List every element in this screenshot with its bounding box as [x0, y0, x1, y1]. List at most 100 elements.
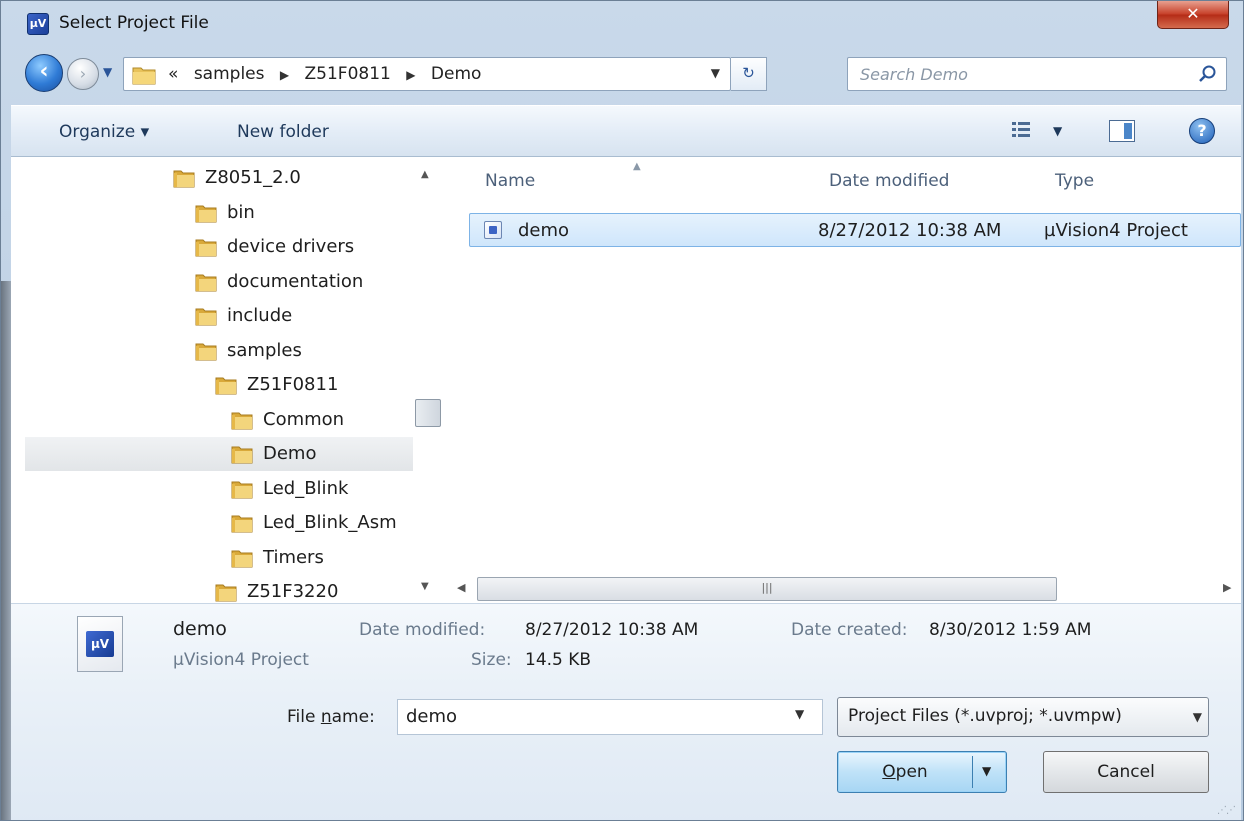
breadcrumb-separator-icon[interactable]: ▶ [406, 68, 415, 82]
folder-icon [195, 308, 217, 326]
details-date-created-value: 8/30/2012 1:59 AM [929, 620, 1092, 640]
uvproj-file-icon [484, 221, 502, 239]
file-name-input[interactable]: demo [397, 699, 823, 735]
tree-item[interactable]: Timers [25, 541, 413, 575]
details-date-modified-value: 8/27/2012 10:38 AM [525, 620, 699, 640]
folder-icon [195, 239, 217, 257]
scroll-up-icon[interactable]: ▲ [421, 169, 429, 180]
details-date-modified-label: Date modified: [359, 620, 486, 640]
tree-item-label: Demo [263, 443, 317, 464]
folder-icon [195, 205, 217, 222]
scrollbar-thumb[interactable] [415, 399, 441, 427]
column-header-name[interactable]: Name [485, 171, 535, 191]
tree-item[interactable]: Z8051_2.0 [25, 161, 413, 195]
tree-item[interactable]: documentation [25, 265, 413, 299]
uv4-logo-icon: µV [86, 631, 114, 657]
folder-icon [231, 481, 253, 498]
folder-icon [231, 412, 253, 429]
recent-locations-dropdown[interactable]: ▼ [103, 65, 112, 79]
file-list-horizontal-scrollbar[interactable]: ◀ ||| ▶ [447, 575, 1241, 603]
file-name: demo [518, 220, 570, 241]
file-list[interactable]: Name ▲ Date modified Type demo 8/27/2012… [457, 157, 1241, 603]
breadcrumb-samples[interactable]: samples [194, 64, 265, 84]
search-input[interactable]: Search Demo [860, 65, 968, 84]
back-arrow-icon[interactable]: ‹ [25, 54, 63, 92]
file-date: 8/27/2012 10:38 AM [818, 220, 1002, 241]
tree-item-label: samples [227, 339, 302, 361]
file-row-demo[interactable]: demo 8/27/2012 10:38 AM µVision4 Project [469, 213, 1241, 247]
refresh-icon[interactable]: ↻ [731, 57, 767, 91]
tree-item[interactable]: device drivers [25, 230, 413, 264]
tree-item-label: bin [227, 201, 255, 223]
tree-item-label: Z8051_2.0 [205, 167, 301, 188]
main-area: Z8051_2.0bin device drivers documentation i… [11, 157, 1241, 603]
chevron-down-icon[interactable]: ▼ [1193, 710, 1202, 724]
uv4-logo-icon: µV [27, 13, 49, 35]
folder-icon [195, 274, 217, 291]
breadcrumb: « samples ▶ Z51F0811 ▶ Demo [168, 64, 481, 84]
tree-item[interactable]: Led_Blink_Asm [25, 506, 413, 540]
details-size-label: Size: [471, 650, 512, 670]
column-header-date-modified[interactable]: Date modified [829, 171, 949, 191]
file-name-dropdown-icon[interactable]: ▼ [795, 707, 804, 721]
sort-ascending-icon: ▲ [633, 161, 641, 172]
folder-icon [215, 377, 237, 395]
new-folder-button[interactable]: New folder [237, 122, 329, 142]
open-options-dropdown-icon[interactable]: ▼ [982, 764, 991, 778]
help-icon[interactable]: ? [1189, 118, 1215, 144]
organize-button[interactable]: Organize ▾ [59, 122, 149, 142]
tree-item[interactable]: Demo [25, 437, 413, 471]
tree-item[interactable]: Led_Blink [25, 472, 413, 506]
bottom-panel: File name: demo ▼ Project Files (*.uvpro… [11, 685, 1241, 820]
tree-item[interactable]: bin [25, 196, 413, 230]
file-name-label: File name: [287, 707, 375, 727]
window-title: Select Project File [59, 13, 209, 33]
tree-item-label: Common [263, 408, 345, 430]
cancel-button[interactable]: Cancel [1043, 751, 1209, 793]
details-size-value: 14.5 KB [525, 650, 592, 670]
tree-item-label: Led_Blink_Asm [263, 512, 397, 533]
preview-pane-icon[interactable] [1109, 120, 1135, 142]
details-file-type: µVision4 Project [173, 650, 309, 670]
window-edge [1, 281, 11, 820]
search-icon[interactable] [1198, 64, 1218, 84]
breadcrumb-separator-icon[interactable]: ▶ [280, 68, 289, 82]
scroll-right-icon[interactable]: ▶ [1223, 581, 1231, 594]
breadcrumb-z51f0811[interactable]: Z51F0811 [305, 64, 391, 84]
address-dropdown-icon[interactable]: ▼ [711, 66, 720, 80]
breadcrumb-overflow[interactable]: « [168, 64, 178, 84]
tree-item-label: Led_Blink [263, 477, 349, 499]
tree-item[interactable]: include [25, 299, 413, 333]
views-dropdown-icon[interactable]: ▼ [1053, 124, 1062, 138]
folder-icon [231, 515, 253, 533]
folder-icon [173, 170, 195, 188]
navigation-tree[interactable]: Z8051_2.0bin device drivers documentation i… [25, 157, 445, 603]
column-header-type[interactable]: Type [1055, 171, 1094, 191]
search-box[interactable]: Search Demo [847, 57, 1227, 91]
tree-vertical-scrollbar[interactable]: ▲ ▼ [413, 161, 443, 599]
tree-item[interactable]: samples [25, 334, 413, 368]
scroll-left-icon[interactable]: ◀ [457, 581, 465, 594]
command-bar: Organize ▾ New folder ▼ ? [11, 105, 1241, 157]
folder-icon [195, 343, 217, 360]
open-button[interactable]: Open ▼ [837, 751, 1007, 793]
tree-item-label: Timers [263, 546, 324, 568]
title-bar[interactable]: µV Select Project File ✕ [11, 1, 1241, 45]
forward-arrow-icon[interactable]: › [67, 58, 99, 90]
split-divider [972, 756, 973, 788]
scroll-down-icon[interactable]: ▼ [421, 581, 429, 592]
resize-grip-icon[interactable]: ⋰⋰ [1217, 805, 1236, 816]
file-type: µVision4 Project [1044, 220, 1188, 241]
address-bar[interactable]: « samples ▶ Z51F0811 ▶ Demo ▼ [123, 57, 731, 91]
folder-icon [231, 446, 253, 464]
change-view-icon[interactable] [1011, 120, 1031, 140]
tree-item[interactable]: Z51F3220 [25, 575, 413, 603]
open-button-label: Open [882, 762, 928, 782]
tree-item[interactable]: Z51F0811 [25, 368, 413, 402]
close-button[interactable]: ✕ [1157, 1, 1229, 29]
breadcrumb-demo[interactable]: Demo [431, 64, 482, 84]
file-type-filter-select[interactable]: Project Files (*.uvproj; *.uvmpw) ▼ [837, 697, 1209, 737]
tree-item-label: device drivers [227, 236, 355, 257]
scrollbar-thumb[interactable]: ||| [477, 577, 1057, 601]
tree-item[interactable]: Common [25, 403, 413, 437]
